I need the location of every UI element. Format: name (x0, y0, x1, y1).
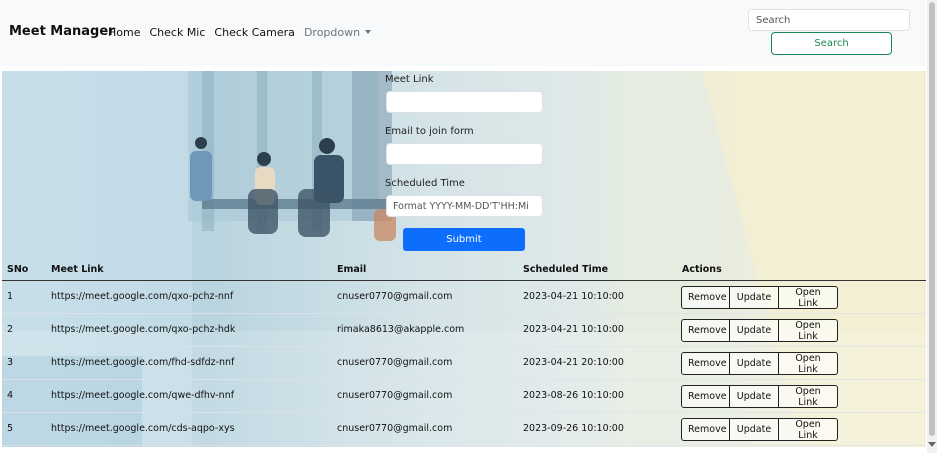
row-sno: 2 (7, 324, 14, 335)
update-button[interactable]: Update (730, 418, 779, 441)
table-header: SNo Meet Link Email Scheduled Time Actio… (2, 259, 926, 281)
remove-button[interactable]: Remove (681, 286, 730, 309)
table-row: 1 https://meet.google.com/qxo-pchz-nnf c… (2, 281, 926, 314)
scheduled-time-input[interactable] (386, 195, 543, 217)
meet-link-label: Meet Link (385, 74, 434, 85)
remove-button[interactable]: Remove (681, 352, 730, 375)
table-row: 4 https://meet.google.com/qwe-dfhv-nnf c… (2, 380, 926, 413)
header-meet-link: Meet Link (51, 264, 104, 275)
meet-link-input[interactable] (386, 91, 543, 113)
header-email: Email (337, 264, 367, 275)
table-row: 5 https://meet.google.com/cds-aqpo-xys c… (2, 413, 926, 446)
open-link-button[interactable]: Open Link (779, 352, 838, 375)
open-link-button[interactable]: Open Link (779, 286, 838, 309)
dropdown-label: Dropdown (303, 26, 361, 39)
row-email: cnuser0770@gmail.com (337, 291, 453, 302)
header-scheduled-time: Scheduled Time (523, 264, 609, 275)
brand-title[interactable]: Meet Manager (9, 24, 115, 39)
row-scheduled-time: 2023-09-26 10:10:00 (523, 423, 624, 434)
row-scheduled-time: 2023-04-21 20:10:00 (523, 357, 624, 368)
row-email: cnuser0770@gmail.com (337, 357, 453, 368)
update-button[interactable]: Update (730, 319, 779, 342)
row-scheduled-time: 2023-04-21 10:10:00 (523, 291, 624, 302)
scrollbar-thumb[interactable] (929, 2, 935, 436)
search-input[interactable] (748, 9, 910, 31)
row-sno: 3 (7, 357, 14, 368)
nav-links: Home Check Mic Check Camera Dropdown (108, 26, 372, 39)
row-meet-link: https://meet.google.com/cds-aqpo-xys (51, 423, 235, 434)
row-actions: Remove Update Open Link (681, 286, 838, 309)
open-link-button[interactable]: Open Link (779, 319, 838, 342)
nav-dropdown[interactable]: Dropdown (303, 26, 372, 39)
row-meet-link: https://meet.google.com/qwe-dfhv-nnf (51, 390, 235, 401)
email-label: Email to join form (385, 126, 474, 137)
update-button[interactable]: Update (730, 286, 779, 309)
table-row: 3 https://meet.google.com/fhd-sdfdz-nnf … (2, 347, 926, 380)
row-email: cnuser0770@gmail.com (337, 390, 453, 401)
row-actions: Remove Update Open Link (681, 418, 838, 441)
email-input[interactable] (386, 143, 543, 165)
row-scheduled-time: 2023-08-26 10:10:00 (523, 390, 624, 401)
update-button[interactable]: Update (730, 385, 779, 408)
row-email: cnuser0770@gmail.com (337, 423, 453, 434)
nav-check-camera[interactable]: Check Camera (214, 26, 295, 39)
caret-down-icon (365, 30, 372, 34)
scroll-down-arrow-icon[interactable] (928, 442, 936, 447)
open-link-button[interactable]: Open Link (779, 418, 838, 441)
submit-button[interactable]: Submit (403, 228, 525, 251)
row-actions: Remove Update Open Link (681, 319, 838, 342)
header-actions: Actions (682, 264, 722, 275)
remove-button[interactable]: Remove (681, 418, 730, 441)
navbar: Meet Manager Home Check Mic Check Camera… (0, 0, 926, 66)
row-scheduled-time: 2023-04-21 10:10:00 (523, 324, 624, 335)
remove-button[interactable]: Remove (681, 385, 730, 408)
search-button[interactable]: Search (771, 32, 892, 55)
row-meet-link: https://meet.google.com/qxo-pchz-nnf (51, 291, 234, 302)
update-button[interactable]: Update (730, 352, 779, 375)
nav-check-mic[interactable]: Check Mic (149, 26, 205, 39)
row-sno: 1 (7, 291, 14, 302)
row-meet-link: https://meet.google.com/fhd-sdfdz-nnf (51, 357, 235, 368)
open-link-button[interactable]: Open Link (779, 385, 838, 408)
remove-button[interactable]: Remove (681, 319, 730, 342)
row-sno: 5 (7, 423, 14, 434)
table-row: 2 https://meet.google.com/qxo-pchz-hdk r… (2, 314, 926, 347)
row-actions: Remove Update Open Link (681, 385, 838, 408)
row-email: rimaka8613@akapple.com (337, 324, 465, 335)
row-actions: Remove Update Open Link (681, 352, 838, 375)
scheduled-time-label: Scheduled Time (385, 178, 465, 189)
meetings-table: SNo Meet Link Email Scheduled Time Actio… (2, 259, 926, 446)
row-sno: 4 (7, 390, 14, 401)
row-meet-link: https://meet.google.com/qxo-pchz-hdk (51, 324, 236, 335)
header-sno: SNo (7, 264, 29, 275)
nav-home[interactable]: Home (108, 26, 140, 39)
